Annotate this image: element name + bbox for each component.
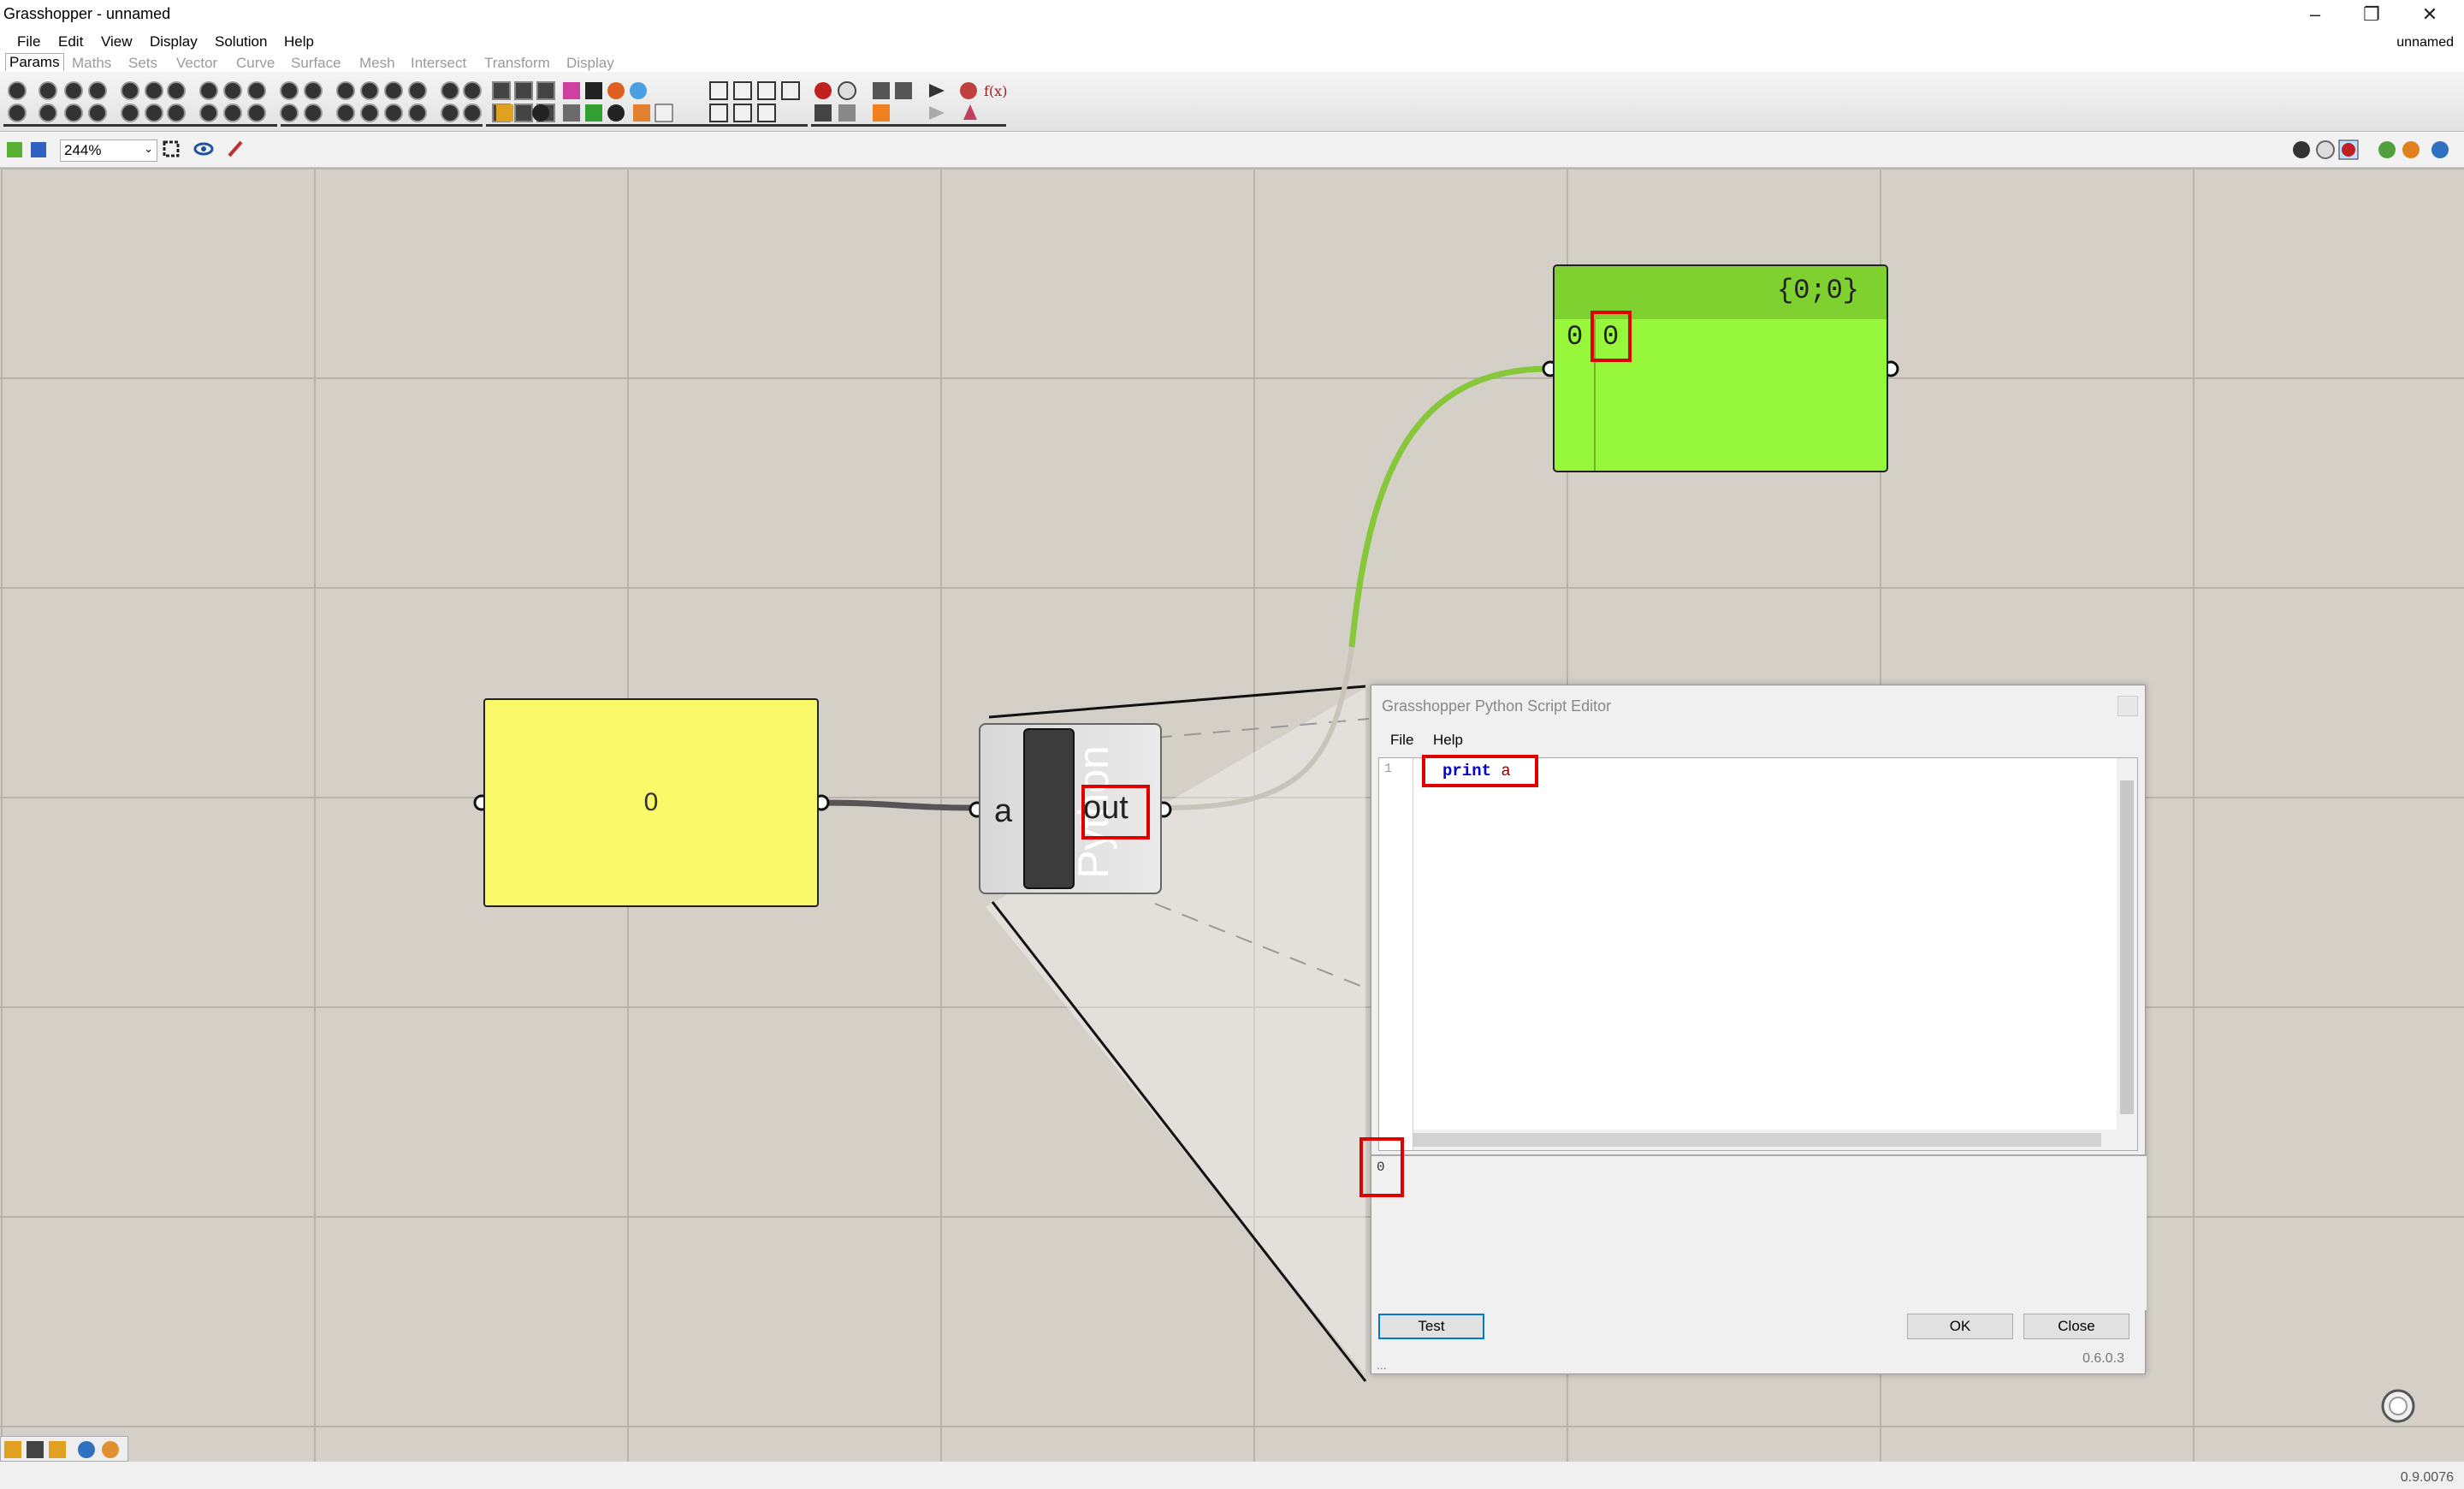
output-console[interactable]: 0 bbox=[1359, 1137, 2147, 1310]
test-button[interactable]: Test bbox=[1378, 1314, 1484, 1339]
canvas-toolbar: 244% ⌄ bbox=[0, 132, 2464, 168]
minimize-icon[interactable]: – bbox=[2289, 0, 2341, 29]
tab-display[interactable]: Display bbox=[566, 55, 614, 72]
tab-mesh[interactable]: Mesh bbox=[359, 55, 395, 72]
solver-status-icon bbox=[2381, 1389, 2415, 1423]
ribbon-icons[interactable]: f(x) bbox=[0, 72, 1018, 132]
open-save-icons[interactable] bbox=[7, 140, 50, 159]
wire-python-to-panel bbox=[1348, 365, 1549, 648]
zoom-value: 244% bbox=[64, 142, 102, 158]
highlight-box-panel-value bbox=[1590, 311, 1632, 362]
window-title: Grasshopper - unnamed bbox=[3, 5, 171, 22]
panel-branch-path: {0;0} bbox=[1776, 275, 1859, 306]
menu-file[interactable]: File bbox=[17, 33, 40, 50]
number-slider-component[interactable]: 0 bbox=[483, 698, 819, 907]
python-script-editor: Grasshopper Python Script Editor File He… bbox=[1359, 685, 2147, 1374]
preview-mode-icons[interactable] bbox=[2284, 139, 2455, 161]
tab-vector[interactable]: Vector bbox=[176, 55, 217, 72]
tab-transform[interactable]: Transform bbox=[484, 55, 550, 72]
svg-text:f(x): f(x) bbox=[984, 83, 1007, 99]
wire-slider-to-python bbox=[820, 799, 976, 811]
line-number-gutter: 1 bbox=[1379, 758, 1413, 1150]
editor-menu-file[interactable]: File bbox=[1390, 732, 1413, 749]
chevron-down-icon[interactable]: ⌄ bbox=[144, 142, 153, 156]
tab-sets[interactable]: Sets bbox=[128, 55, 157, 72]
python-input-a[interactable]: a bbox=[994, 793, 1012, 830]
document-name: unnamed bbox=[2396, 35, 2454, 50]
menu-edit[interactable]: Edit bbox=[58, 33, 83, 50]
component-tabs: Params Maths Sets Vector Curve Surface M… bbox=[0, 53, 1018, 72]
highlight-box-out bbox=[1081, 785, 1150, 839]
canvas-bottom-toolbar bbox=[0, 1436, 128, 1462]
component-ribbon: f(x) bbox=[0, 72, 2464, 132]
tab-params[interactable]: Params bbox=[5, 53, 64, 71]
horizontal-scrollbar[interactable] bbox=[1413, 1130, 2118, 1150]
slider-value: 0 bbox=[643, 788, 659, 816]
menu-help[interactable]: Help bbox=[284, 33, 314, 50]
tab-intersect[interactable]: Intersect bbox=[411, 55, 466, 72]
title-bar: Grasshopper - unnamed – ❐ ✕ bbox=[0, 0, 2464, 31]
grasshopper-window: Grasshopper - unnamed – ❐ ✕ File Edit Vi… bbox=[0, 0, 2464, 1489]
line-number: 1 bbox=[1384, 762, 1393, 776]
close-icon[interactable]: ✕ bbox=[2404, 0, 2455, 29]
vertical-scrollbar[interactable] bbox=[2117, 758, 2137, 1150]
horizontal-scroll-thumb[interactable] bbox=[1413, 1133, 2101, 1147]
panel-item-index: 0 bbox=[1567, 321, 1584, 353]
close-button[interactable]: Close bbox=[2023, 1314, 2129, 1339]
restore-icon[interactable]: ❐ bbox=[2346, 0, 2397, 29]
status-bar: 0.9.0076 bbox=[0, 1462, 2464, 1489]
menu-bar: File Edit View Display Solution Help unn… bbox=[0, 31, 2464, 53]
code-editor[interactable]: 1 print a bbox=[1378, 755, 2138, 1151]
view-tool-icons[interactable] bbox=[163, 139, 248, 161]
bottom-tool-icons[interactable] bbox=[1, 1437, 129, 1462]
tab-surface[interactable]: Surface bbox=[291, 55, 341, 72]
grasshopper-version: 0.9.0076 bbox=[2400, 1470, 2454, 1485]
editor-status-dots: ... bbox=[1377, 1358, 1387, 1372]
menu-display[interactable]: Display bbox=[150, 33, 198, 50]
editor-version: 0.6.0.3 bbox=[2082, 1351, 2124, 1366]
editor-title: Grasshopper Python Script Editor bbox=[1382, 697, 1612, 715]
editor-close-icon[interactable] bbox=[2118, 696, 2138, 716]
python-component[interactable]: a Python out bbox=[979, 723, 1162, 894]
tab-maths[interactable]: Maths bbox=[72, 55, 111, 72]
menu-solution[interactable]: Solution bbox=[215, 33, 267, 50]
highlight-box-code bbox=[1422, 755, 1538, 787]
editor-menu-help[interactable]: Help bbox=[1433, 732, 1463, 749]
highlight-box-output bbox=[1359, 1137, 1404, 1197]
menu-view[interactable]: View bbox=[101, 33, 133, 50]
panel-component[interactable]: {0;0} 0 0 bbox=[1553, 264, 1888, 472]
ok-button[interactable]: OK bbox=[1907, 1314, 2013, 1339]
vertical-scroll-thumb[interactable] bbox=[2120, 780, 2134, 1114]
python-component-label-bar: Python bbox=[1023, 728, 1117, 889]
zoom-level-field[interactable]: 244% ⌄ bbox=[60, 139, 157, 162]
tab-curve[interactable]: Curve bbox=[236, 55, 275, 72]
